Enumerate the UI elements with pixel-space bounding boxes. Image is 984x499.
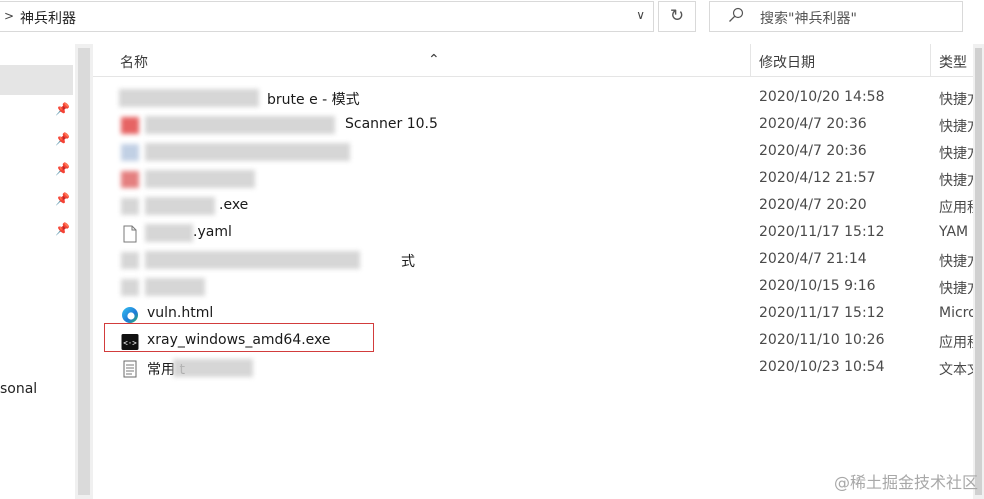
file-modified: 2020/4/7 20:36	[759, 116, 867, 132]
file-name: .yaml	[193, 224, 232, 240]
file-row[interactable]: 2020/4/7 20:36 快捷方	[93, 139, 973, 166]
file-modified: 2020/10/15 9:16	[759, 278, 876, 294]
pin-icon[interactable]: 📌	[55, 102, 70, 116]
search-box[interactable]: 搜索"神兵利器"	[709, 1, 963, 32]
shortcut-icon	[121, 252, 139, 269]
file-type: 应用程	[939, 335, 973, 351]
chevron-right-icon[interactable]: >	[4, 9, 14, 23]
selection-highlight-box	[104, 323, 374, 352]
file-row[interactable]: Scanner 10.5 2020/4/7 20:36 快捷方	[93, 112, 973, 139]
address-bar[interactable]: > 神兵利器 ∨	[0, 1, 654, 32]
blurred-name	[173, 359, 253, 377]
nav-item-personal[interactable]: sonal	[0, 381, 37, 397]
file-modified: 2020/4/7 20:36	[759, 143, 867, 159]
shortcut-icon	[121, 279, 139, 296]
nav-item-selected[interactable]	[0, 65, 73, 95]
navigation-pane: 📌 📌 📌 📌 📌 sonal	[0, 44, 75, 499]
shortcut-icon	[121, 117, 139, 134]
file-type: 快捷方	[939, 146, 973, 162]
pin-icon[interactable]: 📌	[55, 132, 70, 146]
blurred-name	[145, 143, 350, 161]
blurred-name	[145, 224, 193, 242]
blurred-name	[145, 197, 215, 215]
file-row[interactable]: 2020/4/12 21:57 快捷方	[93, 166, 973, 193]
pin-icon[interactable]: 📌	[55, 192, 70, 206]
blurred-name	[145, 278, 205, 296]
scrollbar-thumb[interactable]	[975, 48, 982, 495]
search-icon	[729, 7, 744, 22]
chevron-down-icon[interactable]: ∨	[636, 8, 645, 22]
file-row[interactable]: .exe 2020/4/7 20:20 应用程	[93, 193, 973, 220]
file-type: 快捷方	[939, 119, 973, 135]
file-type: 快捷方	[939, 92, 973, 108]
scrollbar-thumb[interactable]	[78, 48, 90, 495]
file-list: ⌃ 名称 修改日期 类型 brute e - 模式 2020/10/20 14:…	[93, 44, 973, 499]
edge-icon	[122, 307, 138, 323]
file-modified: 2020/4/7 21:14	[759, 251, 867, 267]
file-modified: 2020/10/23 10:54	[759, 359, 885, 375]
pin-icon[interactable]: 📌	[55, 162, 70, 176]
shortcut-icon	[121, 171, 139, 188]
text-file-icon	[123, 360, 137, 378]
file-name: brute e - 模式	[267, 92, 360, 108]
column-header-row: ⌃ 名称 修改日期 类型	[93, 44, 973, 77]
toolbar: > 神兵利器 ∨ ↻ 搜索"神兵利器"	[0, 0, 984, 45]
file-row[interactable]: 2020/10/15 9:16 快捷方	[93, 274, 973, 301]
list-scrollbar[interactable]	[973, 44, 984, 499]
column-header-name[interactable]: 名称	[120, 52, 148, 72]
pin-icon[interactable]: 📌	[55, 222, 70, 236]
file-row[interactable]: 常用 t 2020/10/23 10:54 文本文	[93, 355, 973, 382]
file-modified: 2020/10/20 14:58	[759, 89, 885, 105]
address-path[interactable]: 神兵利器	[20, 8, 76, 28]
file-type: 文本文	[939, 362, 973, 378]
file-row[interactable]: 式 2020/4/7 21:14 快捷方	[93, 247, 973, 274]
file-name: Scanner 10.5	[345, 116, 438, 132]
file-type: 快捷方	[939, 281, 973, 297]
watermark: @稀土掘金技术社区	[833, 473, 978, 492]
column-divider[interactable]	[930, 44, 931, 76]
nav-scrollbar[interactable]	[75, 44, 93, 499]
app-icon	[121, 198, 139, 215]
file-modified: 2020/11/17 15:12	[759, 305, 885, 321]
file-row[interactable]: brute e - 模式 2020/10/20 14:58 快捷方	[93, 85, 973, 112]
file-modified: 2020/4/12 21:57	[759, 170, 876, 186]
shortcut-icon	[121, 144, 139, 161]
column-divider[interactable]	[750, 44, 751, 76]
column-header-type[interactable]: 类型	[939, 52, 967, 72]
refresh-button[interactable]: ↻	[658, 1, 696, 32]
file-modified: 2020/11/10 10:26	[759, 332, 885, 348]
file-name: 式	[401, 254, 415, 270]
file-type: 快捷方	[939, 254, 973, 270]
file-modified: 2020/11/17 15:12	[759, 224, 885, 240]
file-name: vuln.html	[147, 305, 214, 321]
column-header-modified[interactable]: 修改日期	[759, 52, 815, 72]
file-type: 快捷方	[939, 173, 973, 189]
sort-up-icon: ⌃	[428, 52, 440, 68]
file-modified: 2020/4/7 20:20	[759, 197, 867, 213]
file-name: .exe	[219, 197, 249, 213]
file-type: YAM	[939, 224, 969, 240]
blurred-name	[145, 251, 360, 269]
file-type: 应用程	[939, 200, 973, 216]
blurred-name	[145, 116, 335, 134]
document-icon	[123, 225, 137, 243]
blurred-name	[145, 170, 255, 188]
search-placeholder[interactable]: 搜索"神兵利器"	[760, 8, 857, 28]
file-row[interactable]: .yaml 2020/11/17 15:12 YAM	[93, 220, 973, 247]
file-type: Micro	[939, 305, 973, 321]
blurred-name	[119, 89, 259, 107]
